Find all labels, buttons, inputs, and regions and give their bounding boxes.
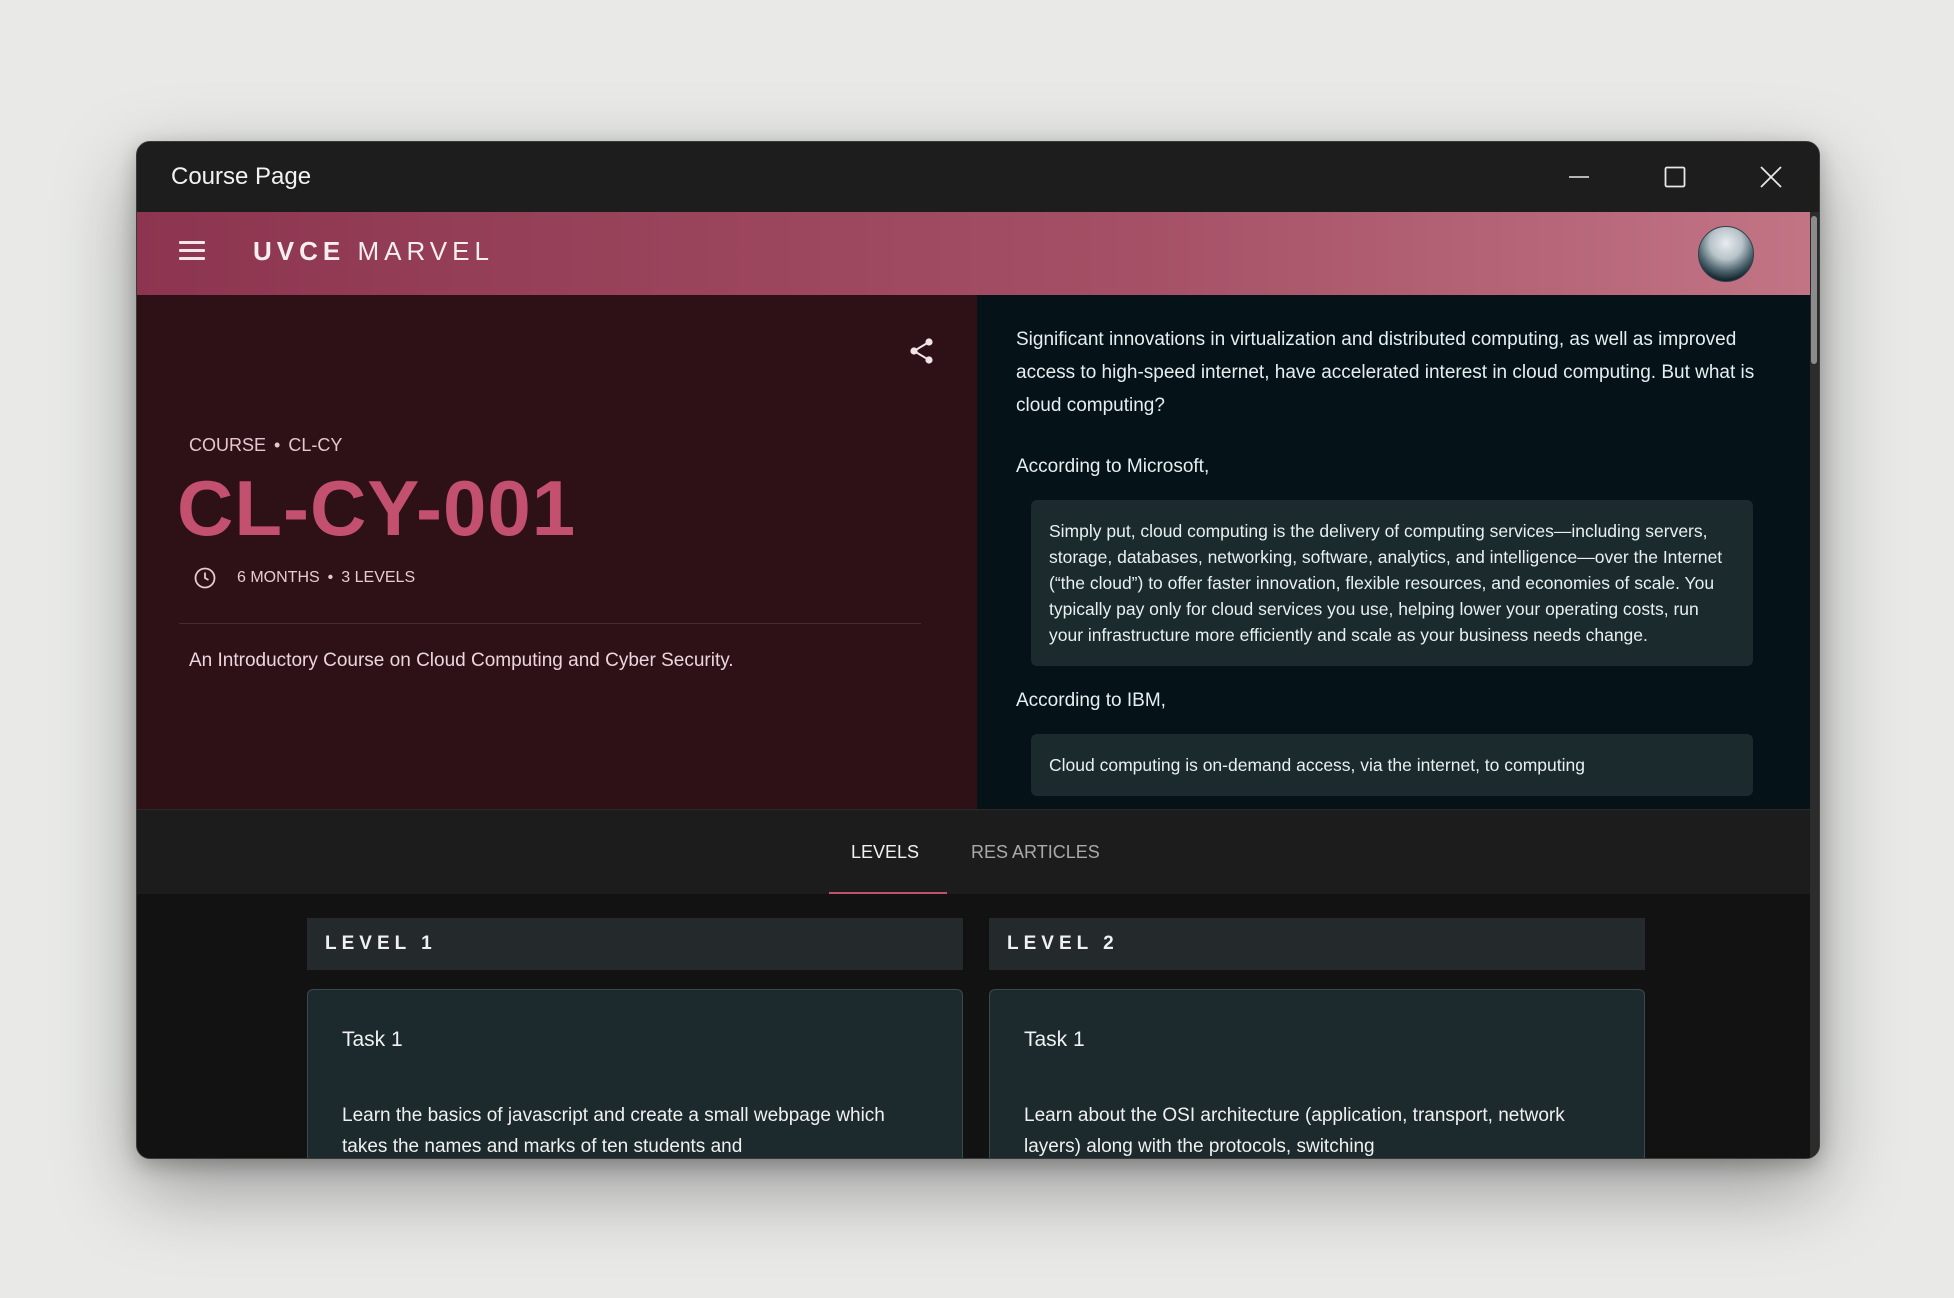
maximize-icon [1664, 166, 1686, 188]
brand-light-text: MARVEL [357, 236, 494, 266]
course-levels-count: 3 LEVELS [341, 569, 416, 586]
app-window: Course Page UVCE MARVEL COURSE • CL-CY C… [136, 141, 1820, 1159]
brand-bold-text: UVCE [253, 236, 346, 266]
course-code-title: CL-CY-001 [177, 464, 577, 552]
maximize-button[interactable] [1627, 142, 1723, 212]
article-source-microsoft: According to Microsoft, [1016, 456, 1210, 477]
course-hero: COURSE • CL-CY CL-CY-001 6 MONTHS • 3 LEVE… [137, 295, 977, 809]
course-category: CL-CY [288, 435, 343, 455]
share-icon [910, 338, 933, 364]
task-title: Task 1 [342, 1028, 403, 1051]
tab-res-articles[interactable]: RES ARTICLES [971, 842, 1100, 863]
course-article[interactable]: Significant innovations in virtualizatio… [977, 295, 1810, 809]
hamburger-icon[interactable] [179, 241, 205, 263]
task-title: Task 1 [1024, 1028, 1085, 1051]
app-header: UVCE MARVEL [137, 212, 1810, 295]
course-description: An Introductory Course on Cloud Computin… [189, 650, 734, 671]
window-controls [1531, 142, 1819, 212]
clock-icon [193, 566, 217, 590]
quote-microsoft: Simply put, cloud computing is the deliv… [1031, 500, 1753, 666]
article-intro: Significant innovations in virtualizatio… [1016, 329, 1755, 416]
article-source-ibm: According to IBM, [1016, 690, 1166, 711]
level-column: LEVEL 2 Task 1 Learn about the OSI archi… [989, 918, 1645, 1158]
window-title: Course Page [171, 163, 312, 190]
course-duration: 6 MONTHS [237, 569, 320, 586]
tab-levels[interactable]: LEVELS [851, 842, 919, 863]
hero-divider [179, 623, 921, 624]
window-titlebar[interactable]: Course Page [137, 142, 1819, 212]
share-button[interactable] [909, 337, 935, 370]
close-icon [1760, 166, 1782, 188]
task-description: Learn about the OSI architecture (applic… [1024, 1105, 1565, 1157]
quote-ibm: Cloud computing is on-demand access, via… [1031, 734, 1753, 796]
page-scrollbar[interactable] [1810, 212, 1819, 1158]
course-breadcrumb: COURSE • CL-CY [189, 435, 343, 455]
task-description: Learn the basics of javascript and creat… [342, 1105, 885, 1157]
level-header: LEVEL 2 [989, 918, 1645, 970]
course-type-label: COURSE [189, 435, 267, 455]
task-card[interactable]: Task 1 Learn about the OSI architecture … [989, 989, 1645, 1158]
task-card[interactable]: Task 1 Learn the basics of javascript an… [307, 989, 963, 1158]
scrollbar-thumb[interactable] [1811, 216, 1817, 364]
brand-logo[interactable]: UVCE MARVEL [253, 236, 494, 267]
course-meta: 6 MONTHS • 3 LEVELS [193, 566, 415, 590]
avatar[interactable] [1698, 226, 1754, 282]
close-button[interactable] [1723, 142, 1819, 212]
level-header: LEVEL 1 [307, 918, 963, 970]
minimize-icon [1569, 176, 1589, 178]
level-column: LEVEL 1 Task 1 Learn the basics of javas… [307, 918, 963, 1158]
course-tabs: LEVELS RES ARTICLES [137, 809, 1810, 895]
levels-content: LEVEL 1 Task 1 Learn the basics of javas… [137, 894, 1810, 1158]
minimize-button[interactable] [1531, 142, 1627, 212]
